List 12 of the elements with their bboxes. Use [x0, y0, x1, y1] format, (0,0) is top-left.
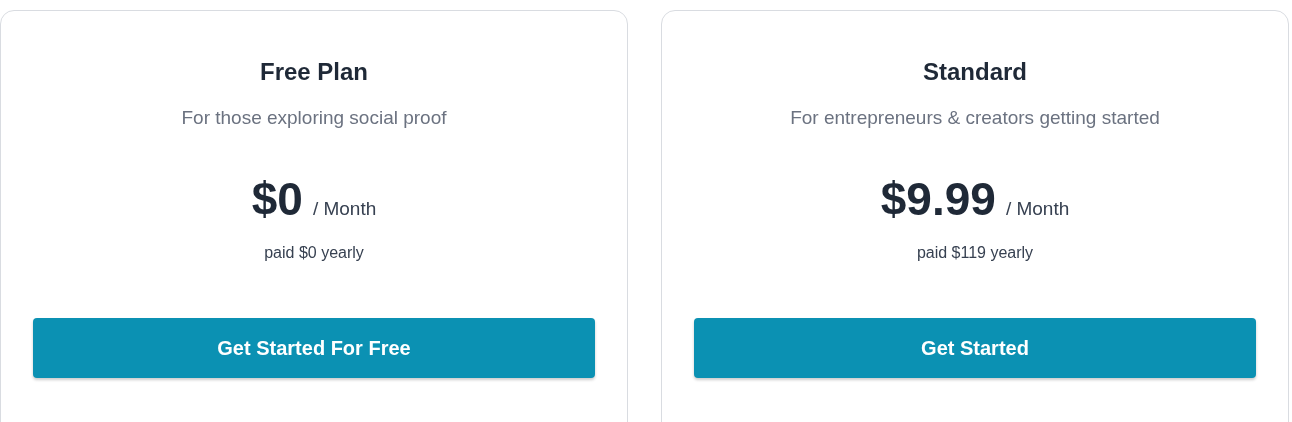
- plan-price: $9.99: [880, 172, 996, 227]
- billing-note: paid $0 yearly: [264, 243, 364, 263]
- plan-price: $0: [251, 172, 303, 227]
- plan-title: Standard: [923, 57, 1027, 87]
- plan-description: For entrepreneurs & creators getting started: [790, 106, 1160, 130]
- plan-title: Free Plan: [259, 57, 368, 87]
- billing-note: paid $119 yearly: [916, 243, 1034, 263]
- price-period: / Month: [312, 197, 377, 221]
- get-started-button[interactable]: Get Started: [694, 318, 1256, 378]
- plan-description: For those exploring social proof: [181, 106, 447, 130]
- get-started-button[interactable]: Get Started For Free: [33, 318, 595, 378]
- price-period: / Month: [1005, 197, 1070, 221]
